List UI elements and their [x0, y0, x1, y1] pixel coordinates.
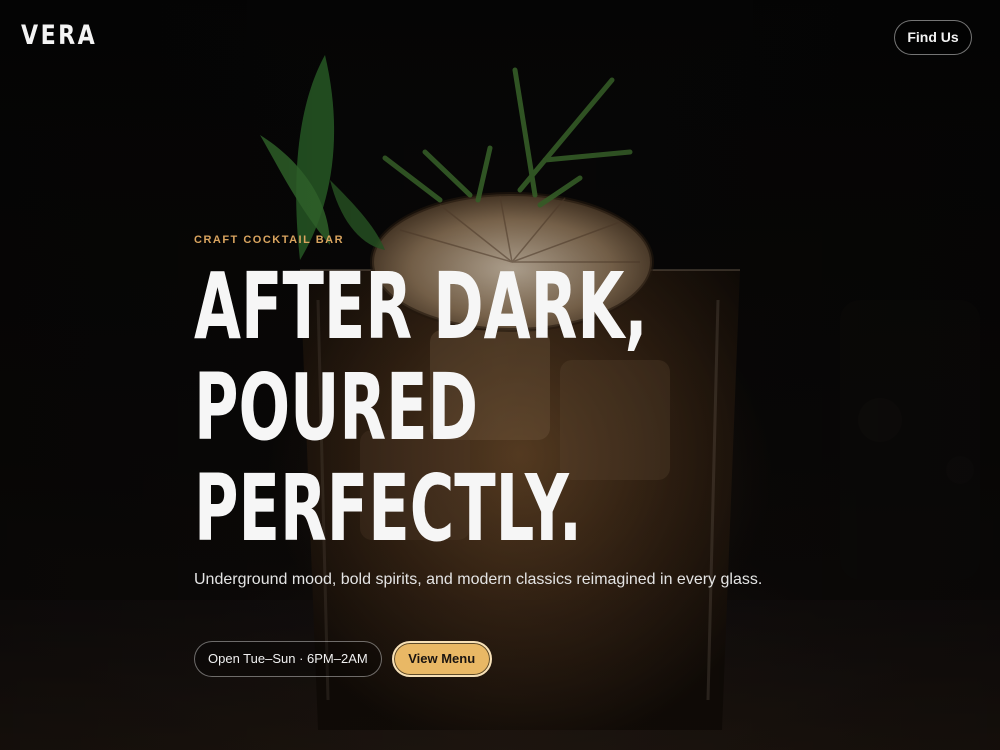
eyebrow-label: CRAFT COCKTAIL BAR — [194, 234, 345, 246]
headline-line: POURED — [194, 354, 479, 461]
hero-subtitle: Underground mood, bold spirits, and mode… — [194, 571, 763, 588]
hero-content: CRAFT COCKTAIL BAR AFTER DARK, POURED PE… — [194, 234, 814, 677]
hero-section: VERA Find Us CRAFT COCKTAIL BAR AFTER DA… — [0, 0, 1000, 750]
hero-headline: AFTER DARK, POURED PERFECTLY. — [194, 256, 788, 559]
headline-line: PERFECTLY. — [194, 455, 582, 562]
view-menu-button[interactable]: View Menu — [391, 641, 492, 677]
find-us-button[interactable]: Find Us — [894, 20, 972, 55]
opening-hours-badge: Open Tue–Sun · 6PM–2AM — [194, 641, 382, 677]
headline-line: AFTER DARK, — [194, 253, 648, 360]
brand-logo[interactable]: VERA — [21, 20, 97, 51]
hero-actions: Open Tue–Sun · 6PM–2AM View Menu — [194, 641, 492, 677]
